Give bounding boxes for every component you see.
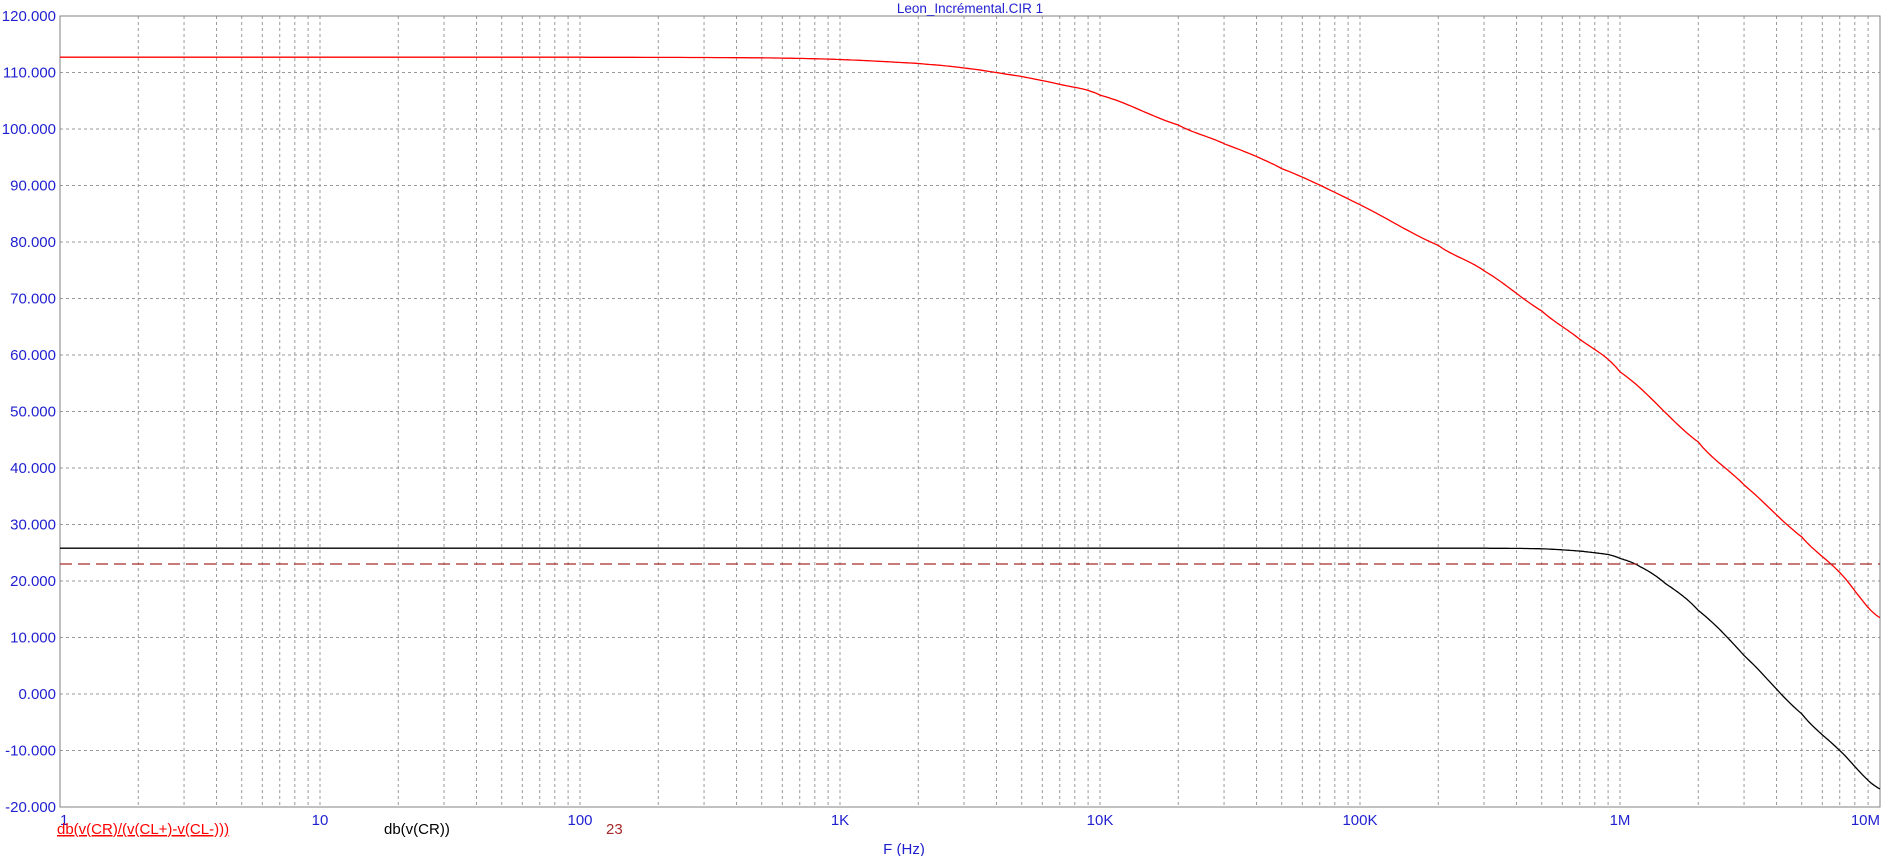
y-tick-label: 50.000	[10, 404, 56, 421]
y-tick-label: 20.000	[10, 573, 56, 590]
x-tick-label: 10	[312, 812, 329, 829]
chart-background	[0, 0, 1896, 856]
x-tick-label: 100K	[1342, 812, 1377, 829]
x-tick-label: 1K	[831, 812, 849, 829]
chart-title: Leon_Incrémental.CIR 1	[897, 1, 1043, 16]
x-tick-label: 10K	[1087, 812, 1114, 829]
y-tick-label: 70.000	[10, 291, 56, 308]
y-tick-label: 10.000	[10, 630, 56, 647]
x-tick-label: 100	[567, 812, 592, 829]
y-tick-label: 60.000	[10, 347, 56, 364]
y-tick-label: 90.000	[10, 178, 56, 195]
x-tick-label: 1M	[1610, 812, 1631, 829]
bode-chart: 120.000110.000100.00090.00080.00070.0006…	[0, 0, 1896, 856]
legend-entry-1[interactable]: db(v(CR)/(v(CL+)-v(CL-)))	[57, 821, 229, 838]
y-tick-label: 110.000	[3, 65, 56, 82]
y-tick-label: 80.000	[10, 234, 56, 251]
x-tick-label: 10M	[1851, 812, 1880, 829]
y-tick-label: -20.000	[5, 799, 56, 816]
y-tick-label: -10.000	[5, 743, 56, 760]
legend-entry-3[interactable]: 23	[606, 821, 623, 838]
y-tick-label: 100.000	[2, 121, 56, 138]
x-axis-label: F (Hz)	[883, 841, 925, 856]
y-tick-label: 120.000	[2, 8, 56, 25]
y-tick-label: 30.000	[10, 517, 56, 534]
y-tick-label: 0.000	[18, 686, 56, 703]
y-tick-label: 40.000	[10, 460, 56, 477]
legend-entry-2[interactable]: db(v(CR))	[384, 821, 450, 838]
